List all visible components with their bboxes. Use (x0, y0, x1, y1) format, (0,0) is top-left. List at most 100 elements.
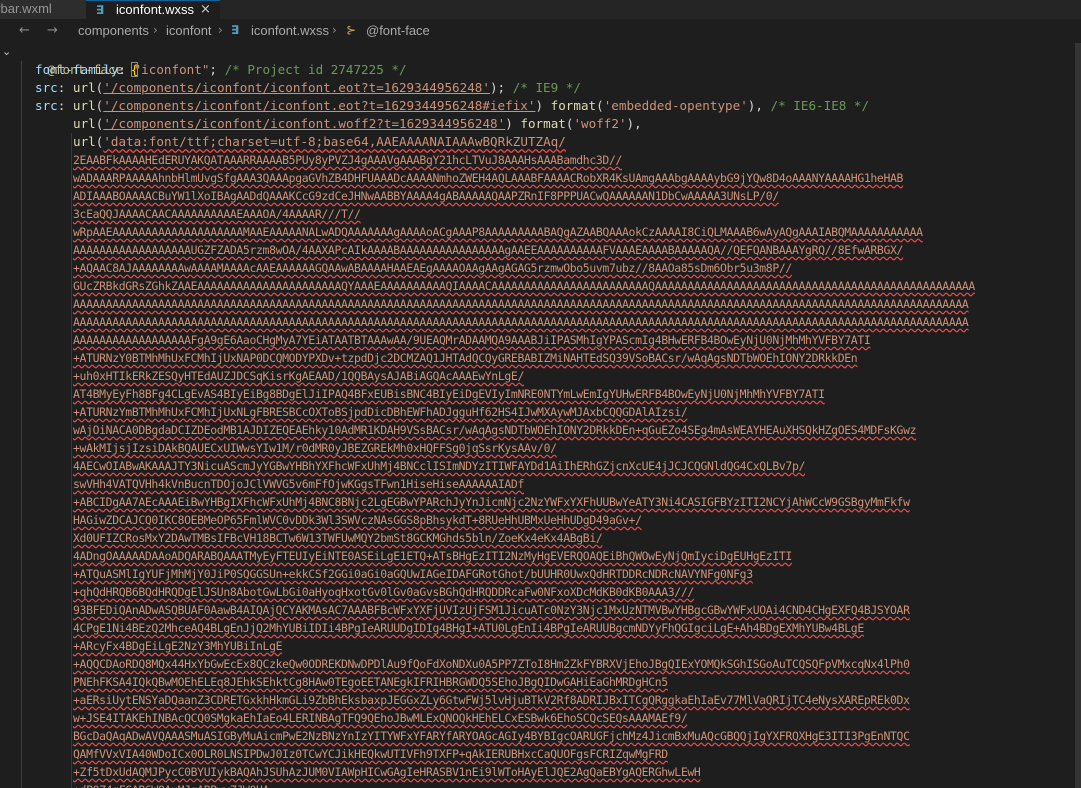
breadcrumb-item-components[interactable]: components (78, 23, 149, 38)
base64-text: HAGiwZDCAJCQ0IKC8OEBMeOP65FmlWVC0vDDk3Wl… (73, 513, 642, 527)
property: font-family (35, 62, 119, 77)
base64-text: 2EAABFkAAAAHEdERUYAKQATAAARRAAAAB5PUy8yP… (73, 153, 623, 167)
string: "iconfont" (133, 62, 210, 77)
property: src (35, 80, 58, 95)
base64-line: AAAAAAAAAAAAAAAAAAAAAAAAAAAAAAAAAAAAAAAA… (73, 295, 969, 313)
code-line: url('/components/iconfont/iconfont.woff2… (73, 116, 642, 131)
function: url (73, 134, 96, 149)
tab-vbar-wxml[interactable]: vbar.wxml (0, 0, 86, 19)
base64-line: 3cEaQQJAAAACAACAAAAAAAAAAEAAAOA/4AAAAR//… (73, 205, 361, 223)
base64-text: AAAAAAAAAAAAAAAAAAAAAAAAAAAAAAAAAAAAAAAA… (73, 297, 969, 311)
base64-line: +ATURNzYmBTMhMhUxFCMhIjUxNLgFBRESBCcOXTo… (73, 403, 688, 421)
base64-line: wADAAARPAAAAAhnbHlmUvgSfgAAA3QAAApgaGVhZ… (73, 169, 903, 187)
url-link[interactable]: '/components/iconfont/iconfont.woff2?t=1… (103, 116, 505, 131)
base64-line: 2EAABFkAAAAHEdERUYAKQATAAARRAAAAB5PUy8yP… (73, 151, 622, 169)
base64-line: swVHh4VATQVHh4kVnBucnTDOjoJClVWVG5v6mFfO… (73, 475, 524, 493)
base64-line: wRpAAEAAAAAAAAAAAAAAAAAAAAMAAEAAAAANALwA… (73, 223, 923, 241)
fold-chevron-icon[interactable]: ⌄ (2, 43, 11, 61)
base64-text: +ABCIDgAA7AEcAAAEiBwYHBgIXFhcWFxUhMj4BNC… (73, 495, 910, 509)
base64-text: 3cEaQQJAAAACAACAAAAAAAAAAEAAAOA/4AAAAR//… (73, 207, 361, 221)
comment: /* IE6-IE8 */ (770, 98, 870, 113)
base64-text: BGcDaQAqADwAVQAAASMuASIGByMuAicmPwE2NzBN… (73, 729, 910, 743)
base64-line: +ABCIDgAA7AEcAAAEiBwYHBgIXFhcWFxUhMj4BNC… (73, 493, 910, 511)
base64-text: +wAkMIjsjIzsiDAkBQAUECxUIWwsYIw1M/r0dMR0… (73, 441, 557, 455)
forward-arrow-icon[interactable]: → (47, 23, 58, 38)
base64-line: BGcDaQAqADwAVQAAASMuASIGByMuAicmPwE2NzBN… (73, 727, 910, 745)
base64-line: GUcZRBkdGRsZGhkZAAEAAAAAAAAAAAAAAAAAAAAA… (73, 277, 975, 295)
url-link[interactable]: '/components/iconfont/iconfont.eot?t=162… (103, 98, 535, 113)
base64-text: +dPOZ4gFGAB6WQAuMJgABBwvZJW0UA..... (73, 783, 302, 788)
base64-text: AT4BMyEyFh8BFg4CLgEvAS4BIyEiBg8BDgElJiIP… (73, 387, 825, 401)
indent-guide (71, 133, 72, 788)
scrollbar[interactable] (1075, 43, 1081, 788)
base64-text: 4ADngOAAAAADAAoADQARABQAAATMyEyFTEUIyEiN… (73, 549, 792, 563)
base64-line: +AQQCDAoRDQ8MQx44HxYbGwEcEx8QCzkeQw0ODRE… (73, 655, 910, 673)
base64-line: HAGiwZDCAJCQ0IKC8OEBMeOP65FmlWVC0vDDk3Wl… (73, 511, 642, 529)
close-icon[interactable]: × (200, 1, 211, 18)
function: url (72, 80, 96, 95)
base64-text: +AQQCDAoRDQ8MQx44HxYbGwEcEx8QCzkeQw0ODRE… (73, 657, 910, 671)
base64-text: swVHh4VATQVHh4kVnBucnTDOjoJClVWVG5v6mFfO… (73, 477, 524, 491)
breadcrumb-separator: › (332, 23, 337, 37)
base64-line: Xd0UFIZCRosMxY2DAwTMBsIFBcVH18BCTw6W13TW… (73, 529, 603, 547)
base64-text: +AQAAC8AJAAAAAAAAwAAAAMAAAAcAAEAAAAAAGQA… (73, 261, 792, 275)
base64-line: 4CPgE1Ni4BEzQ2MhceAQ4BLgEnJjQ2MhYUBiIDIi… (73, 619, 864, 637)
back-arrow-icon[interactable]: ← (19, 23, 30, 38)
string: 'woff2' (573, 116, 627, 131)
base64-text: +ATURNzY0BTMhMhUxFCMhIjUxNAP0DCQMODYPXDv… (73, 351, 858, 365)
breadcrumb-separator: › (218, 23, 223, 37)
function: url (72, 98, 96, 113)
base64-line: +aERsiUytENSYaDQaanZ3CDRETGxkhHkmGLi9ZbB… (73, 691, 910, 709)
base64-line: PNEhFKSA4IQkQBwMOEhELEq8JEhkSEhktCg8HAw0… (73, 673, 668, 691)
base64-line: 4ADngOAAAAADAAoADQARABQAAATMyEyFTEUIyEiN… (73, 547, 792, 565)
base64-text: AAAAAAAAAAAAAAAAAAUGZFZADA5rzm8wOA/4AAXA… (73, 243, 904, 257)
breadcrumb-item-symbol[interactable]: @font-face (366, 23, 430, 38)
tab-bar: vbar.wxml ∃ iconfont.wxss × (0, 0, 1081, 19)
css-file-icon: ∃ (231, 23, 240, 37)
url-link[interactable]: 'data:font/ttf;charset=utf-8;base64,AAEA… (103, 134, 566, 149)
tab-label: iconfont.wxss (116, 2, 195, 17)
code-line: ⌄ @font-face { (0, 43, 139, 77)
url-link[interactable]: '/components/iconfont/iconfont.eot?t=162… (103, 80, 490, 95)
base64-line: +ARcyFx4BDgEiLgE2NzY3MhYUBiInLgE (73, 637, 283, 655)
base64-line: +ATURNzY0BTMhMhUxFCMhIjUxNAP0DCQMODYPXDv… (73, 349, 858, 367)
base64-text: +ATURNzYmBTMhMhUxFCMhIjUxNLgFBRESBCcOXTo… (73, 405, 688, 419)
base64-line: +Zf5tDxUdAQMJPycC0BYUIykBAQAhJSUhAzJUM0V… (73, 763, 701, 781)
code-editor[interactable]: ⌄ @font-face { font-family: "iconfont"; /… (0, 43, 1081, 788)
base64-line: +qhQdHRQB6BQdHRQDgElJSUn8AbotGwLbGi0aHyo… (73, 583, 694, 601)
comment: /* Project id 2747225 */ (224, 62, 407, 77)
base64-line: AAAAAAAAAAAAAAAAAAAAAAAAAAAAAAAAAAAAAAAA… (73, 313, 969, 331)
css-file-icon: ∃ (96, 3, 105, 17)
base64-line: ADIAAABOAAAACBuYW1lXoIBAgAADdQAAAKCcG9zd… (73, 187, 779, 205)
property: src (35, 98, 58, 113)
indent-guide (21, 61, 22, 788)
base64-line: 4AECwOIABwAKAAAJTY3NicuAScmJyYGBwYHBhYXF… (73, 457, 805, 475)
base64-line: +ATQuASMlIgYUFjMhMjY0JiP0SQGGSUn+ekkCSf2… (73, 565, 753, 583)
breadcrumb-item-file[interactable]: iconfont.wxss (251, 23, 329, 38)
comment: /* IE9 */ (512, 80, 581, 95)
base64-line: +wAkMIjsjIzsiDAkBQAUECxUIWwsYIw1M/r0dMR0… (73, 439, 557, 457)
base64-text: +Zf5tDxUdAQMJPycC0BYUIykBAQAhJSUhAzJUM0V… (73, 765, 701, 779)
symbol-icon: ⊱ (346, 23, 357, 37)
base64-line: AT4BMyEyFh8BFg4CLgEvAS4BIyEiBg8BDgElJiIP… (73, 385, 825, 403)
base64-line: wAjOiNACA0DBgdaDCIZDEodMB1AJDIZEQEAEhky1… (73, 421, 916, 439)
base64-text: +ARcyFx4BDgEiLgE2NzY3MhYUBiInLgE (73, 639, 283, 653)
base64-text: +qhQdHRQB6BQdHRQDgElJSUn8AbotGwLbGi0aHyo… (73, 585, 694, 599)
code-line: src: url('/components/iconfont/iconfont.… (35, 98, 870, 113)
base64-text: wRpAAEAAAAAAAAAAAAAAAAAAAAMAAEAAAAANALwA… (73, 225, 923, 239)
base64-text: 4CPgE1Ni4BEzQ2MhceAQ4BLgEnJjQ2MhYUBiIDIi… (73, 621, 864, 635)
breadcrumb-item-iconfont[interactable]: iconfont (166, 23, 212, 38)
base64-line: AAAAAAAAAAAAAAAAAAFgA9gE6AaoCHgMyA7YEiAT… (73, 331, 871, 349)
base64-line: +uh0xHTIkERkZESQyHTEdAUZJDCSqKisrKgAEAAD… (73, 367, 524, 385)
base64-text: +aERsiUytENSYaDQaanZ3CDRETGxkhHkmGLi9ZbB… (73, 693, 910, 707)
base64-text: GUcZRBkdGRsZGhkZAAEAAAAAAAAAAAAAAAAAAAAA… (73, 279, 975, 293)
tab-iconfont-wxss[interactable]: ∃ iconfont.wxss × (86, 0, 220, 19)
base64-text: +ATQuASMlIgYUFjMhMjY0JiP0SQGGSUn+ekkCSf2… (73, 567, 753, 581)
base64-text: 4AECwOIABwAKAAAJTY3NicuAScmJyYGBwYHBhYXF… (73, 459, 806, 473)
function: format (520, 116, 566, 131)
code-line: font-family: "iconfont"; /* Project id 2… (35, 62, 407, 77)
breadcrumb: ← → components › iconfont › ∃ iconfont.w… (0, 19, 1081, 43)
code-line: url('data:font/ttf;charset=utf-8;base64,… (73, 134, 566, 149)
base64-line: w+JSE4ITAKEhINBAcQCQ0SMgkaEhIaEo4LERINBA… (73, 709, 688, 727)
tab-label: vbar.wxml (0, 1, 52, 16)
